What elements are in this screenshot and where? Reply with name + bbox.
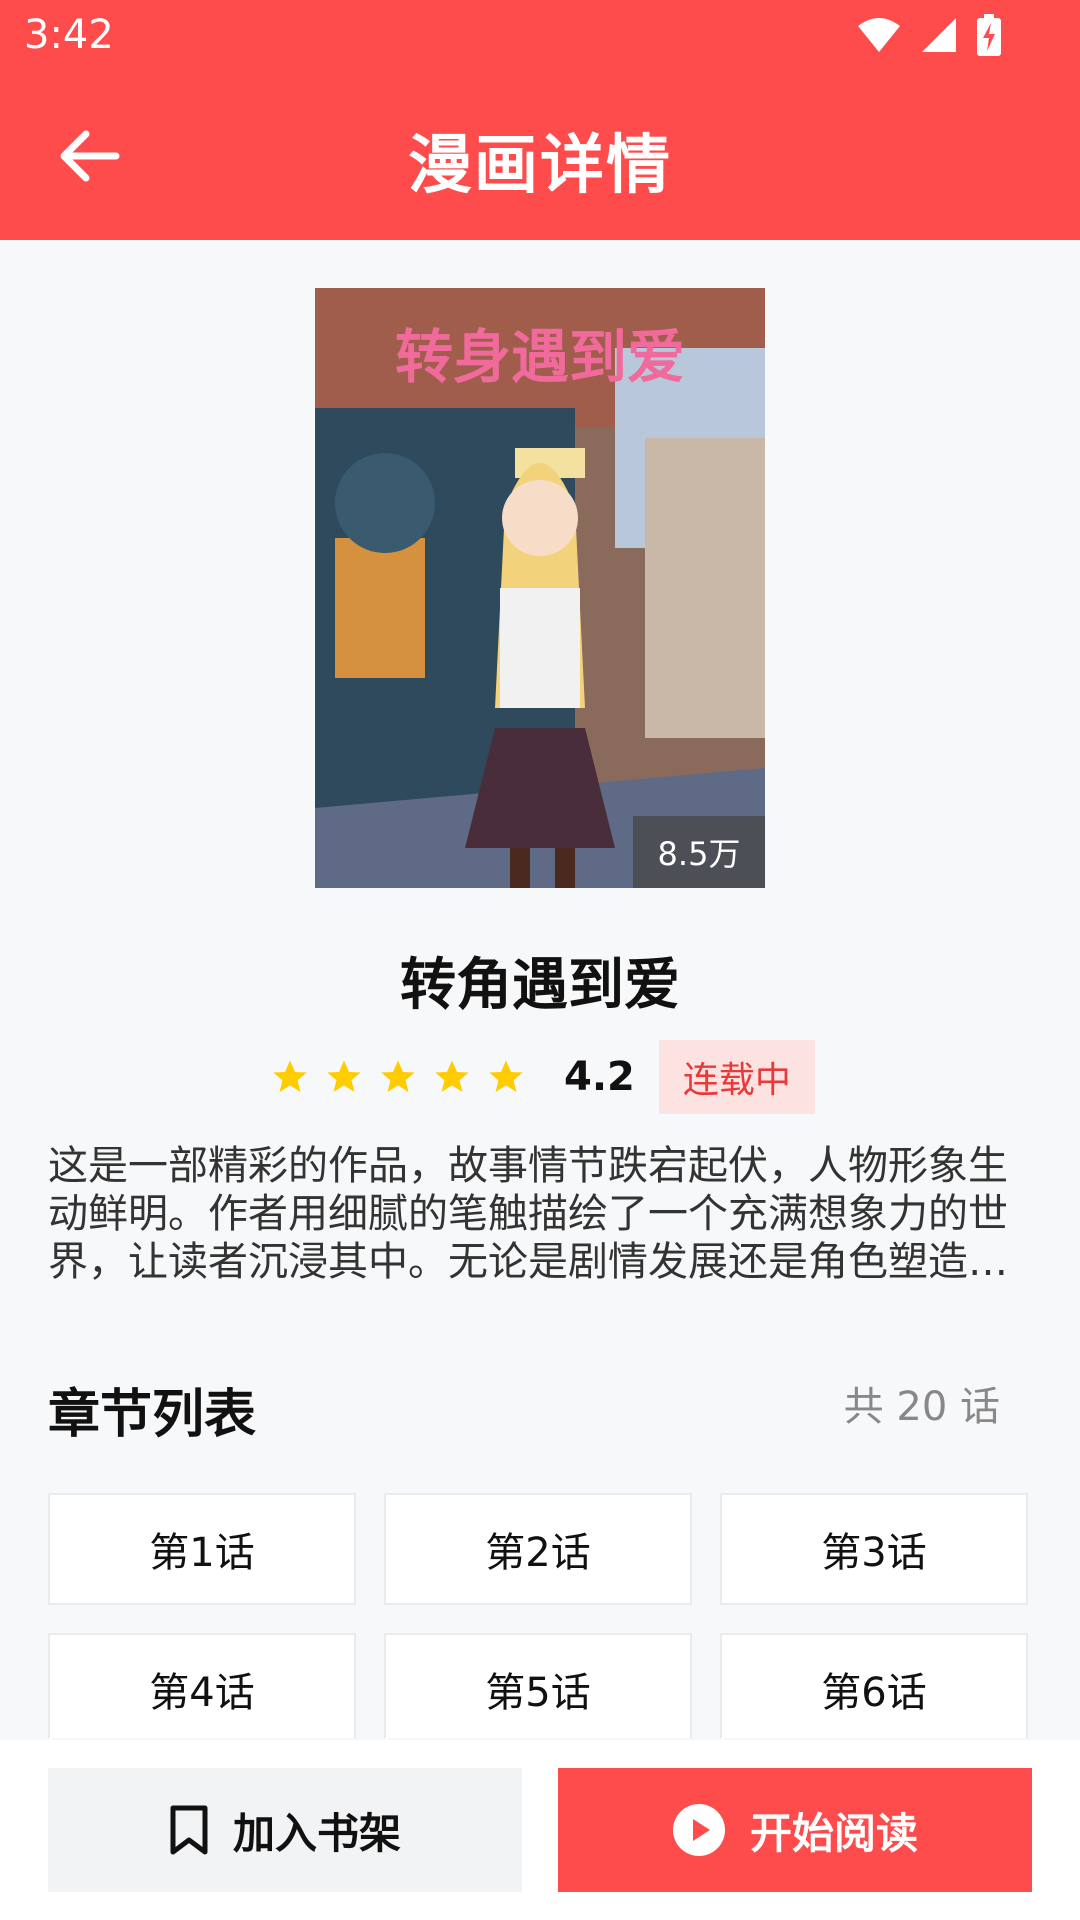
star-icon: [435, 1060, 469, 1092]
bottom-action-bar: 加入书架 开始阅读: [0, 1740, 1080, 1920]
star-icon: [381, 1060, 415, 1092]
chapter-button[interactable]: 第6话: [720, 1633, 1028, 1738]
cover-image[interactable]: 转身遇到爱 8.5万: [315, 288, 765, 888]
chapter-button[interactable]: 第3话: [720, 1493, 1028, 1605]
add-to-shelf-label: 加入书架: [232, 1808, 401, 1858]
start-reading-button[interactable]: 开始阅读: [558, 1768, 1032, 1892]
chapter-button[interactable]: 第2话: [384, 1493, 692, 1605]
play-circle-icon: [672, 1804, 725, 1856]
chapter-grid: 第1话 第2话 第3话 第4话 第5话 第6话: [48, 1493, 1032, 1738]
app-bar: 漫画详情: [0, 72, 1080, 240]
rating-stars: [270, 1057, 526, 1097]
chapter-button[interactable]: 第5话: [384, 1633, 692, 1738]
bookmark-icon: [170, 1805, 208, 1855]
status-icons: [856, 14, 1002, 56]
chapters-count: 共 20 话: [843, 1384, 1000, 1430]
star-icon: [327, 1060, 361, 1092]
views-badge: 8.5万: [633, 816, 765, 888]
chapters-title: 章节列表: [48, 1385, 257, 1445]
star-icon: [489, 1060, 523, 1092]
chapter-button[interactable]: 第1话: [48, 1493, 356, 1605]
wifi-icon: [858, 18, 900, 52]
cover-title-text: 转身遇到爱: [394, 323, 685, 391]
battery-icon: [977, 14, 1001, 56]
add-to-shelf-button[interactable]: 加入书架: [48, 1768, 522, 1892]
signal-icon: [922, 18, 956, 52]
start-reading-label: 开始阅读: [749, 1808, 918, 1858]
page-title: 漫画详情: [408, 129, 672, 203]
comic-title: 转角遇到爱: [400, 953, 680, 1018]
status-badge: 连载中: [658, 1040, 815, 1114]
status-bar: 3:42: [0, 0, 1080, 72]
rating-value: 4.2: [564, 1054, 635, 1100]
description[interactable]: 这是一部精彩的作品，故事情节跌宕起伏，人物形象生动鲜明。作者用细腻的笔触描绘了一…: [48, 1142, 1020, 1286]
star-icon: [273, 1060, 307, 1092]
status-time: 3:42: [24, 12, 114, 58]
chapter-button[interactable]: 第4话: [48, 1633, 356, 1738]
rating-row: 4.2 连载中: [270, 1040, 815, 1114]
